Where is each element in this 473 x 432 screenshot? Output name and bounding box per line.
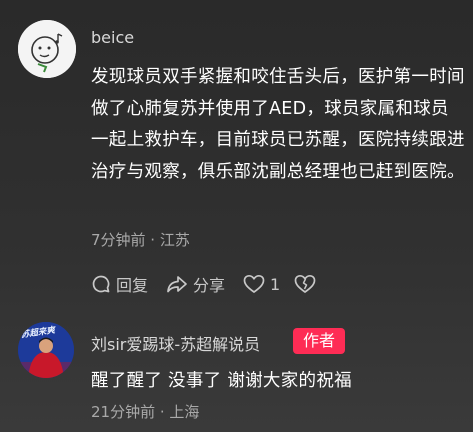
broken-heart-icon [294,274,316,293]
share-label: 分享 [193,276,226,295]
comment-timestamp: 7分钟前 · 江苏 [91,231,190,249]
reply-label: 回复 [116,276,149,295]
doodle-avatar-icon [18,20,76,78]
reply-button[interactable]: 回复 [91,272,148,296]
author-badge: 作者 [293,328,345,354]
dislike-button[interactable] [294,274,321,294]
share-icon [167,276,187,293]
like-count: 1 [270,274,281,294]
comment-text: 发现球员双手紧握和咬住舌头后，医护第一时间做了心肺复苏并使用了AED，球员家属和… [91,67,465,182]
reply-icon [92,275,110,293]
heart-icon [243,274,265,293]
avatar[interactable]: 苏超来爽 [18,322,74,378]
avatar[interactable] [18,20,76,78]
comment-username[interactable]: 刘sir爱踢球-苏超解说员 [91,331,260,355]
comment-text: 醒了醒了 没事了 谢谢大家的祝福 [91,371,352,391]
comment-username[interactable]: beice [91,28,134,47]
comment-timestamp: 21分钟前 · 上海 [91,403,200,421]
comment-actions: 回复 分享 1 [91,271,339,297]
like-button[interactable]: 1 [243,274,280,294]
share-button[interactable]: 分享 [166,272,225,296]
